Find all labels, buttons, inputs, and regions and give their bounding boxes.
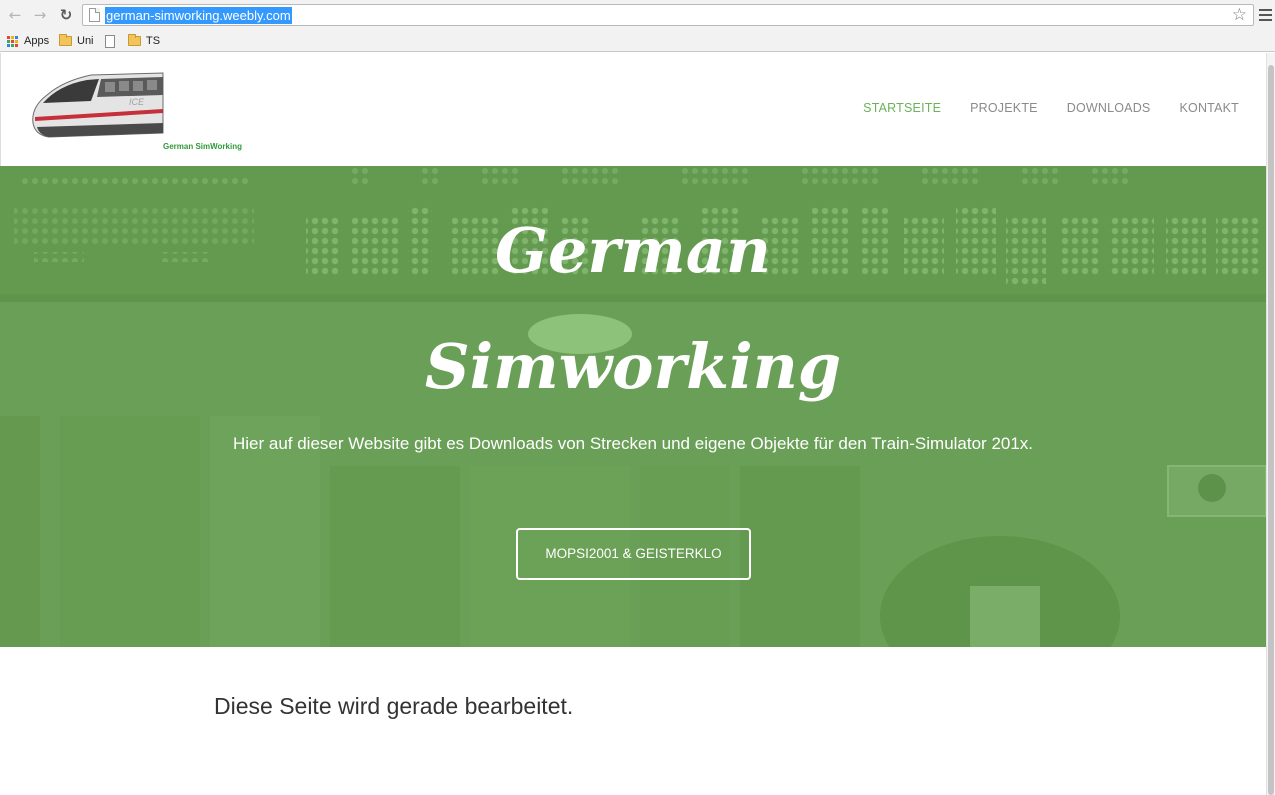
scrollbar-thumb[interactable] bbox=[1268, 65, 1274, 795]
nav-item-downloads[interactable]: DOWNLOADS bbox=[1067, 101, 1151, 115]
hero-subtitle: Hier auf dieser Website gibt es Download… bbox=[232, 434, 1034, 453]
hero-cta-button[interactable]: MOPSI2001 & GEISTERKLO bbox=[516, 528, 751, 580]
nav-item-projekte[interactable]: PROJEKTE bbox=[970, 101, 1038, 115]
apps-grid-icon bbox=[7, 36, 18, 47]
browser-toolbar: ← → ↻ german-simworking.weebly.com ☆ bbox=[0, 0, 1275, 30]
bookmark-label: Apps bbox=[24, 35, 50, 47]
bookmark-label: TS bbox=[146, 35, 161, 47]
hero-banner: German Simworking Hier auf dieser Websit… bbox=[0, 166, 1266, 647]
document-icon bbox=[105, 35, 115, 48]
page-scrollbar[interactable] bbox=[1266, 53, 1275, 795]
page-viewport: ICE German SimWorking STARTSEITE PROJEKT… bbox=[0, 53, 1266, 795]
page-icon bbox=[89, 8, 100, 22]
back-arrow-icon[interactable]: ← bbox=[6, 6, 24, 24]
site-header: ICE German SimWorking STARTSEITE PROJEKT… bbox=[0, 53, 1266, 166]
address-bar[interactable]: german-simworking.weebly.com ☆ bbox=[82, 4, 1254, 26]
logo-text: German SimWorking bbox=[163, 142, 242, 151]
forward-arrow-icon[interactable]: → bbox=[31, 6, 49, 24]
main-navigation: STARTSEITE PROJEKTE DOWNLOADS KONTAKT bbox=[834, 101, 1239, 115]
nav-item-startseite[interactable]: STARTSEITE bbox=[863, 101, 941, 115]
reload-icon[interactable]: ↻ bbox=[57, 6, 75, 24]
train-logo-image: ICE bbox=[29, 67, 219, 145]
site-logo[interactable]: ICE German SimWorking bbox=[29, 67, 242, 151]
hero-title-line2: Simworking bbox=[424, 330, 842, 403]
content-heading: Diese Seite wird gerade bearbeitet. bbox=[214, 693, 574, 719]
svg-text:ICE: ICE bbox=[129, 97, 145, 107]
url-text[interactable]: german-simworking.weebly.com bbox=[105, 7, 292, 24]
bookmark-label: Uni bbox=[77, 35, 94, 47]
folder-icon bbox=[59, 34, 72, 46]
nav-item-kontakt[interactable]: KONTAKT bbox=[1179, 101, 1239, 115]
bookmark-star-icon[interactable]: ☆ bbox=[1232, 5, 1247, 25]
hero-title-line1: German bbox=[495, 214, 771, 287]
folder-icon bbox=[128, 34, 141, 46]
menu-icon[interactable] bbox=[1259, 9, 1272, 21]
bookmarks-bar: Apps Uni TS bbox=[0, 30, 1275, 52]
